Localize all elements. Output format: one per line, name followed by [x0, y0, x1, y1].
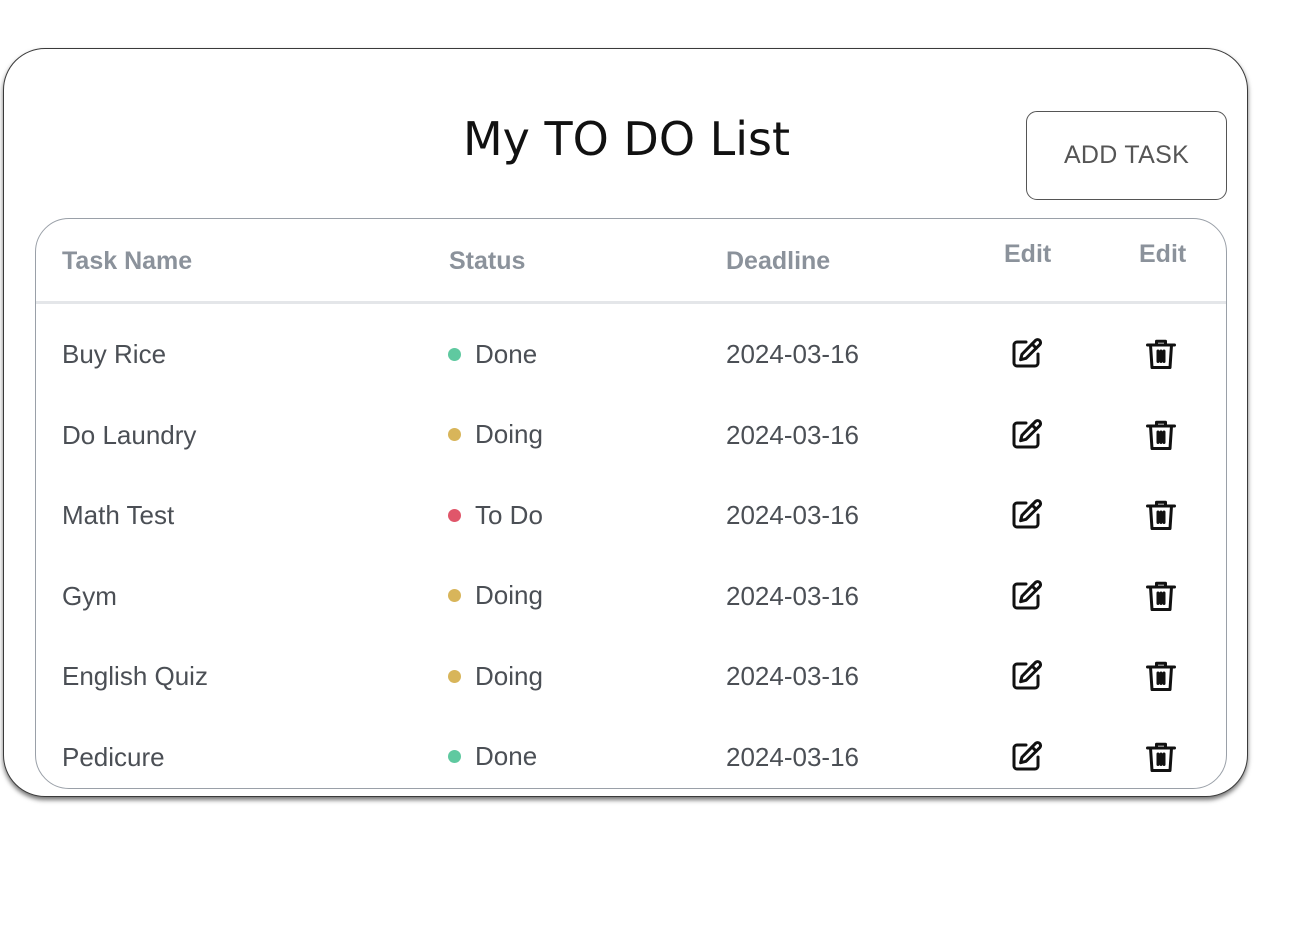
table-row: Pedicure Done 2024-03-16 [36, 717, 1226, 789]
edit-button[interactable] [1008, 497, 1044, 533]
deadline-cell: 2024-03-16 [726, 661, 859, 691]
header-status: Status [449, 247, 526, 275]
deadline-cell: 2024-03-16 [726, 500, 859, 530]
delete-button[interactable] [1143, 739, 1179, 775]
status-dot-icon [448, 508, 461, 522]
trash-icon [1146, 581, 1176, 611]
task-name-cell: Gym [62, 580, 117, 611]
status-dot-icon [448, 669, 461, 683]
edit-button[interactable] [1008, 336, 1044, 372]
trash-icon [1146, 500, 1176, 530]
task-table: Task Name Status Deadline Edit Edit Buy … [35, 218, 1227, 789]
header-divider [36, 301, 1226, 304]
add-task-button[interactable]: ADD TASK [1026, 111, 1227, 200]
table-row: English Quiz Doing 2024-03-16 [36, 636, 1226, 716]
edit-icon [1012, 579, 1043, 609]
status-dot-icon [448, 589, 461, 602]
status-label: To Do [475, 499, 543, 530]
status-cell: To Do [448, 499, 543, 531]
header-task-name: Task Name [62, 247, 193, 275]
delete-button[interactable] [1143, 497, 1179, 533]
trash-icon [1146, 339, 1176, 369]
delete-button[interactable] [1143, 578, 1179, 614]
task-name-cell: Do Laundry [62, 419, 197, 450]
todo-card: My TO DO List ADD TASK Task Name Status … [3, 48, 1248, 797]
status-cell: Done [448, 338, 537, 370]
edit-button[interactable] [1008, 417, 1044, 453]
edit-icon [1012, 740, 1043, 770]
edit-button[interactable] [1008, 739, 1044, 775]
trash-icon [1146, 661, 1176, 691]
header-delete: Edit [1139, 240, 1187, 268]
delete-button[interactable] [1143, 336, 1179, 372]
deadline-cell: 2024-03-16 [726, 741, 859, 772]
header-edit: Edit [1004, 240, 1052, 268]
delete-button[interactable] [1143, 417, 1179, 453]
edit-button[interactable] [1008, 658, 1044, 694]
table-row: Buy Rice Done 2024-03-16 [36, 314, 1226, 394]
status-label: Doing [475, 580, 543, 610]
status-dot-icon [448, 428, 461, 441]
edit-icon [1012, 499, 1043, 529]
task-name-cell: Math Test [62, 500, 175, 530]
status-label: Done [475, 338, 538, 369]
status-cell: Done [448, 741, 537, 773]
edit-icon [1012, 338, 1043, 368]
header-deadline: Deadline [726, 247, 831, 275]
trash-icon [1146, 420, 1176, 450]
status-dot-icon [448, 750, 461, 763]
table-row: Do Laundry Doing 2024-03-16 [36, 395, 1226, 475]
edit-button[interactable] [1008, 578, 1044, 614]
deadline-cell: 2024-03-16 [726, 580, 859, 611]
status-cell: Doing [448, 580, 543, 612]
trash-icon [1146, 742, 1176, 772]
table-row: Math Test To Do 2024-03-16 [36, 475, 1226, 555]
edit-icon [1012, 418, 1043, 448]
deadline-cell: 2024-03-16 [726, 419, 859, 450]
task-name-cell: Buy Rice [62, 339, 167, 369]
status-label: Done [475, 741, 538, 771]
status-label: Doing [475, 660, 543, 691]
status-label: Doing [475, 419, 543, 449]
status-dot-icon [448, 347, 461, 361]
table-row: Gym Doing 2024-03-16 [36, 556, 1226, 636]
delete-button[interactable] [1143, 658, 1179, 694]
edit-icon [1012, 660, 1043, 690]
deadline-cell: 2024-03-16 [726, 339, 859, 369]
status-cell: Doing [448, 419, 543, 451]
task-name-cell: English Quiz [62, 661, 208, 691]
task-name-cell: Pedicure [62, 741, 165, 772]
status-cell: Doing [448, 660, 543, 692]
